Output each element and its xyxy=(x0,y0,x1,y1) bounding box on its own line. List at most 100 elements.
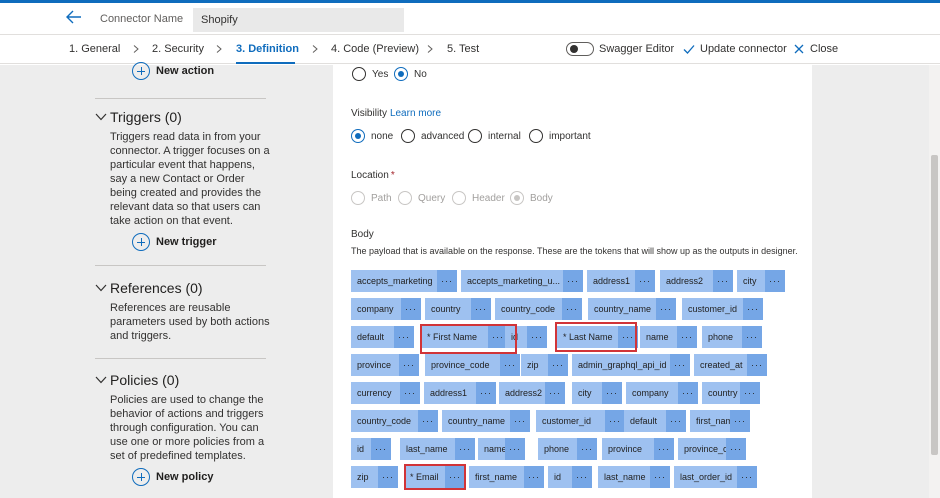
scrollbar-thumb[interactable] xyxy=(931,155,938,455)
visibility-none-radio[interactable]: none xyxy=(351,129,393,143)
location-query-radio[interactable]: Query xyxy=(398,191,445,205)
location-header-radio[interactable]: Header xyxy=(452,191,505,205)
tab-test[interactable]: 5. Test xyxy=(447,43,479,55)
learn-more-link[interactable]: Learn more xyxy=(390,108,441,119)
location-path-radio[interactable]: Path xyxy=(351,191,392,205)
body-token[interactable]: id ··· xyxy=(548,466,592,488)
body-token[interactable]: last_name ··· xyxy=(598,466,670,488)
more-options-icon[interactable]: ··· xyxy=(635,270,655,292)
more-options-icon[interactable]: ··· xyxy=(471,298,491,320)
more-options-icon[interactable]: ··· xyxy=(765,270,785,292)
body-token[interactable]: currency ··· xyxy=(351,382,420,404)
more-options-icon[interactable]: ··· xyxy=(737,466,757,488)
more-options-icon[interactable]: ··· xyxy=(713,270,733,292)
more-options-icon[interactable]: ··· xyxy=(730,410,750,432)
checkmark-icon[interactable] xyxy=(683,43,695,55)
body-token[interactable]: address2 ··· xyxy=(660,270,733,292)
tab-security[interactable]: 2. Security xyxy=(152,43,204,55)
new-action-button[interactable]: New action xyxy=(132,62,214,80)
more-options-icon[interactable]: ··· xyxy=(505,438,525,460)
body-token[interactable]: address2 ··· xyxy=(499,382,565,404)
body-token[interactable]: phone ··· xyxy=(538,438,597,460)
more-options-icon[interactable]: ··· xyxy=(654,438,674,460)
body-token[interactable]: address1 ··· xyxy=(587,270,655,292)
body-token[interactable]: country_code ··· xyxy=(495,298,582,320)
more-options-icon[interactable]: ··· xyxy=(476,382,496,404)
body-token[interactable]: phone ··· xyxy=(702,326,762,348)
body-token[interactable]: province ··· xyxy=(351,354,419,376)
more-options-icon[interactable]: ··· xyxy=(500,354,520,376)
more-options-icon[interactable]: ··· xyxy=(743,298,763,320)
update-connector-button[interactable]: Update connector xyxy=(700,43,787,55)
body-token[interactable]: id ··· xyxy=(351,438,391,460)
more-options-icon[interactable]: ··· xyxy=(562,298,582,320)
body-token[interactable]: country ··· xyxy=(702,382,760,404)
more-options-icon[interactable]: ··· xyxy=(656,298,676,320)
new-policy-button[interactable]: New policy xyxy=(132,468,213,486)
body-token[interactable]: address1 ··· xyxy=(424,382,496,404)
body-token[interactable]: city ··· xyxy=(572,382,622,404)
tab-code-preview[interactable]: 4. Code (Preview) xyxy=(331,43,419,55)
body-token[interactable]: last_name ··· xyxy=(400,438,475,460)
body-token[interactable]: * First Name ··· xyxy=(421,326,508,348)
visibility-advanced-radio[interactable]: advanced xyxy=(401,129,464,143)
visibility-internal-radio[interactable]: internal xyxy=(468,129,521,143)
more-options-icon[interactable]: ··· xyxy=(602,382,622,404)
body-token[interactable]: company ··· xyxy=(351,298,421,320)
body-token[interactable]: created_at ··· xyxy=(694,354,767,376)
more-options-icon[interactable]: ··· xyxy=(678,382,698,404)
back-arrow-icon[interactable] xyxy=(66,10,82,24)
close-icon[interactable] xyxy=(793,43,805,55)
more-options-icon[interactable]: ··· xyxy=(548,354,568,376)
more-options-icon[interactable]: ··· xyxy=(742,326,762,348)
more-options-icon[interactable]: ··· xyxy=(740,382,760,404)
body-token[interactable]: city ··· xyxy=(737,270,785,292)
body-token[interactable]: customer_id ··· xyxy=(536,410,625,432)
body-token[interactable]: accepts_marketing_u... ··· xyxy=(461,270,583,292)
more-options-icon[interactable]: ··· xyxy=(670,354,690,376)
body-token[interactable]: zip ··· xyxy=(351,466,398,488)
body-token[interactable]: country_code ··· xyxy=(351,410,438,432)
more-options-icon[interactable]: ··· xyxy=(418,410,438,432)
body-token[interactable]: zip ··· xyxy=(521,354,568,376)
more-options-icon[interactable]: ··· xyxy=(394,326,414,348)
more-options-icon[interactable]: ··· xyxy=(378,466,398,488)
body-token[interactable]: default ··· xyxy=(624,410,686,432)
more-options-icon[interactable]: ··· xyxy=(563,270,583,292)
radio-no[interactable]: No xyxy=(394,67,427,81)
body-token[interactable]: * Email ··· xyxy=(404,466,465,488)
tab-definition[interactable]: 3. Definition xyxy=(236,43,299,55)
body-token[interactable]: first_name··· xyxy=(690,410,750,432)
tab-general[interactable]: 1. General xyxy=(69,43,120,55)
more-options-icon[interactable]: ··· xyxy=(747,354,767,376)
body-token[interactable]: accepts_marketing ··· xyxy=(351,270,457,292)
new-trigger-button[interactable]: New trigger xyxy=(132,233,217,251)
more-options-icon[interactable]: ··· xyxy=(527,326,547,348)
more-options-icon[interactable]: ··· xyxy=(455,438,475,460)
body-token[interactable]: id ··· xyxy=(505,326,547,348)
body-token[interactable]: default ··· xyxy=(351,326,414,348)
more-options-icon[interactable]: ··· xyxy=(399,354,419,376)
more-options-icon[interactable]: ··· xyxy=(445,466,465,488)
body-token[interactable]: company ··· xyxy=(626,382,698,404)
body-token[interactable]: country_name ··· xyxy=(442,410,530,432)
body-token[interactable]: admin_graphql_api_id ··· xyxy=(572,354,690,376)
close-button[interactable]: Close xyxy=(810,43,838,55)
body-token[interactable]: province ··· xyxy=(602,438,674,460)
body-token[interactable]: province_code··· xyxy=(678,438,746,460)
more-options-icon[interactable]: ··· xyxy=(726,438,746,460)
more-options-icon[interactable]: ··· xyxy=(605,410,625,432)
more-options-icon[interactable]: ··· xyxy=(572,466,592,488)
more-options-icon[interactable]: ··· xyxy=(577,438,597,460)
body-token[interactable]: last_order_id ··· xyxy=(674,466,757,488)
radio-yes[interactable]: Yes xyxy=(352,67,388,81)
body-token[interactable]: name ··· xyxy=(640,326,697,348)
more-options-icon[interactable]: ··· xyxy=(677,326,697,348)
more-options-icon[interactable]: ··· xyxy=(371,438,391,460)
body-token[interactable]: country ··· xyxy=(425,298,491,320)
body-token[interactable]: first_name··· xyxy=(469,466,544,488)
body-token[interactable]: name ··· xyxy=(478,438,525,460)
body-token[interactable]: country_name ··· xyxy=(588,298,676,320)
body-token[interactable]: customer_id ··· xyxy=(682,298,763,320)
more-options-icon[interactable]: ··· xyxy=(437,270,457,292)
